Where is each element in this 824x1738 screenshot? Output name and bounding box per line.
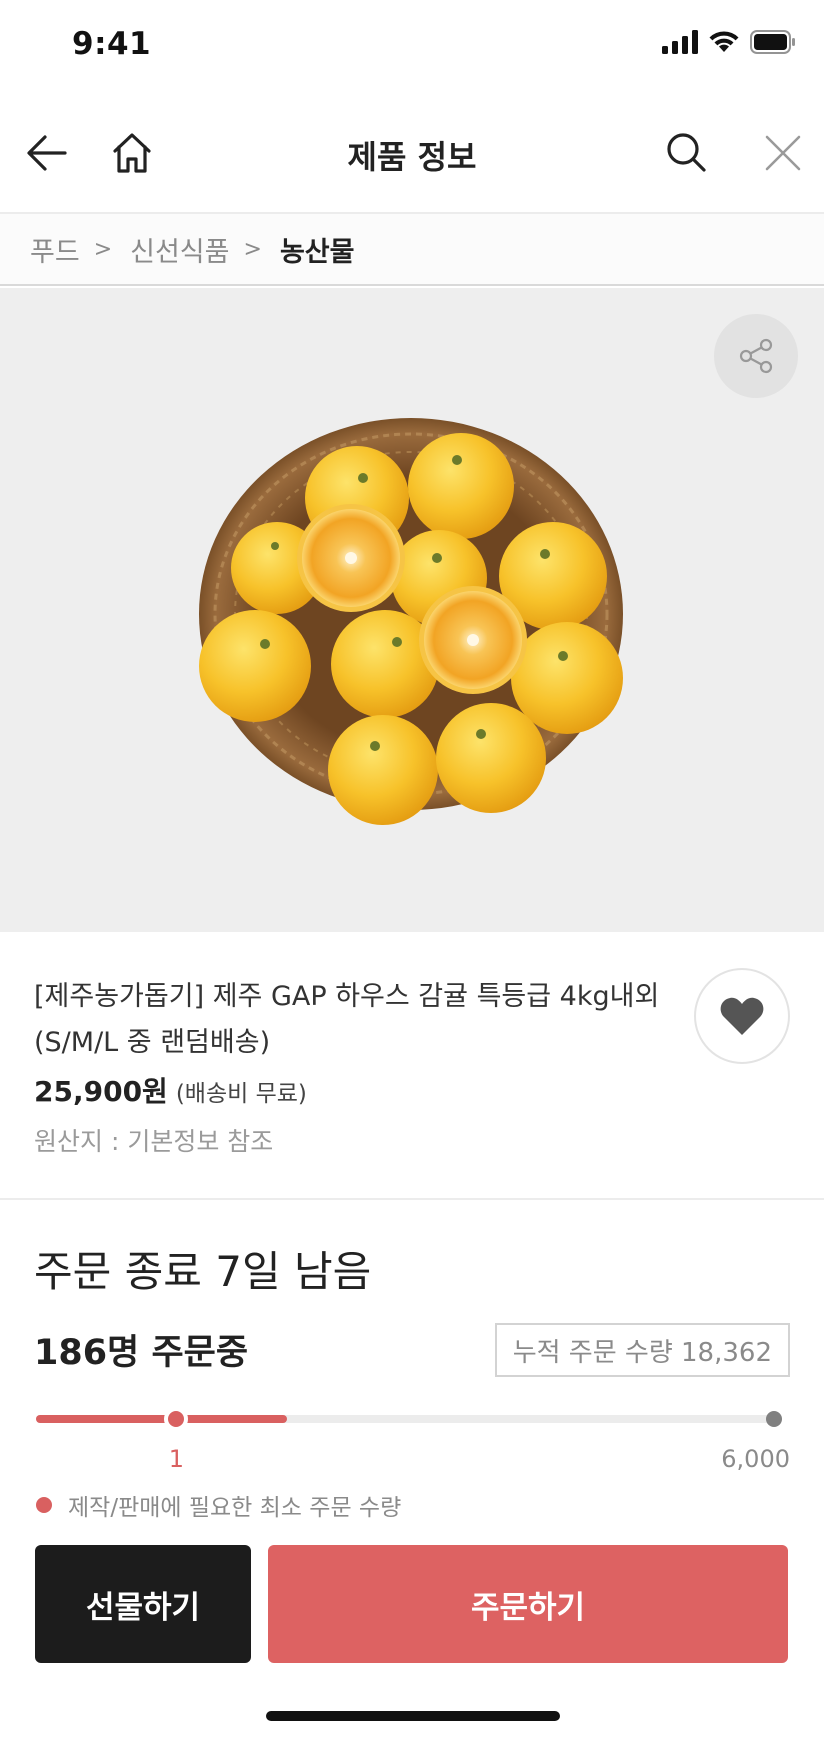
breadcrumb-item-agricultural: 농산물 — [279, 236, 355, 268]
close-button[interactable] — [758, 128, 808, 178]
bottom-action-bar: 선물하기 주문하기 — [0, 1533, 824, 1738]
nav-bar: 제품 정보 — [0, 92, 824, 214]
status-icons — [662, 30, 796, 58]
breadcrumb-item-food[interactable]: 푸드 — [30, 230, 80, 269]
product-image — [195, 408, 627, 832]
order-status-section: 주문 종료 7일 남음 186명 주문중 누적 주문 수량 18,362 1 6… — [0, 1200, 824, 1560]
maximum-order-marker — [766, 1411, 782, 1427]
minimum-order-label: 1 — [168, 1445, 184, 1473]
cumulative-order-badge: 누적 주문 수량 18,362 — [494, 1323, 790, 1377]
home-indicator — [266, 1711, 560, 1721]
product-image-area — [0, 288, 824, 932]
legend-dot — [36, 1497, 52, 1513]
product-detail-screen: 9:41 제품 정보 푸드 > 신선식품 > 농산물 [제주농가돕기] 제주 G… — [0, 0, 824, 1738]
price-line: 25,900원 (배송비 무료) — [34, 1070, 307, 1110]
legend-text: 제작/판매에 필요한 최소 주문 수량 — [68, 1495, 402, 1521]
cellular-signal-icon — [662, 30, 698, 58]
minimum-order-marker — [164, 1407, 189, 1431]
breadcrumb-item-fresh-food[interactable]: 신선식품 — [130, 230, 229, 269]
order-deadline: 주문 종료 7일 남음 — [34, 1247, 372, 1296]
shipping-fee: (배송비 무료) — [175, 1081, 307, 1107]
origin-info: 원산지 : 기본정보 참조 — [34, 1127, 274, 1156]
wifi-icon — [708, 30, 740, 58]
minimum-order-legend: 제작/판매에 필요한 최소 주문 수량 — [36, 1488, 401, 1522]
breadcrumb-separator: > — [243, 236, 262, 262]
share-button[interactable] — [714, 314, 798, 398]
battery-icon — [750, 30, 796, 58]
gift-button[interactable]: 선물하기 — [35, 1545, 251, 1663]
close-icon — [765, 135, 801, 171]
status-bar: 9:41 — [0, 0, 824, 92]
status-time: 9:41 — [72, 26, 152, 62]
share-icon — [739, 338, 773, 374]
product-info: [제주농가돕기] 제주 GAP 하우스 감귤 특등급 4kg내외 (S/M/L … — [0, 932, 824, 1200]
current-orders: 186명 주문중 — [34, 1333, 249, 1373]
order-button[interactable]: 주문하기 — [268, 1545, 788, 1663]
wishlist-button[interactable] — [694, 968, 790, 1064]
price: 25,900원 — [34, 1075, 168, 1108]
order-progress-bar — [36, 1407, 782, 1431]
breadcrumb: 푸드 > 신선식품 > 농산물 — [0, 214, 824, 286]
breadcrumb-separator: > — [93, 236, 113, 262]
search-button[interactable] — [661, 128, 711, 178]
heart-icon — [720, 997, 764, 1035]
product-name: [제주농가돕기] 제주 GAP 하우스 감귤 특등급 4kg내외 (S/M/L … — [34, 981, 660, 1058]
search-icon — [667, 133, 706, 172]
maximum-order-label: 6,000 — [721, 1445, 790, 1473]
order-progress-fill — [36, 1415, 287, 1423]
